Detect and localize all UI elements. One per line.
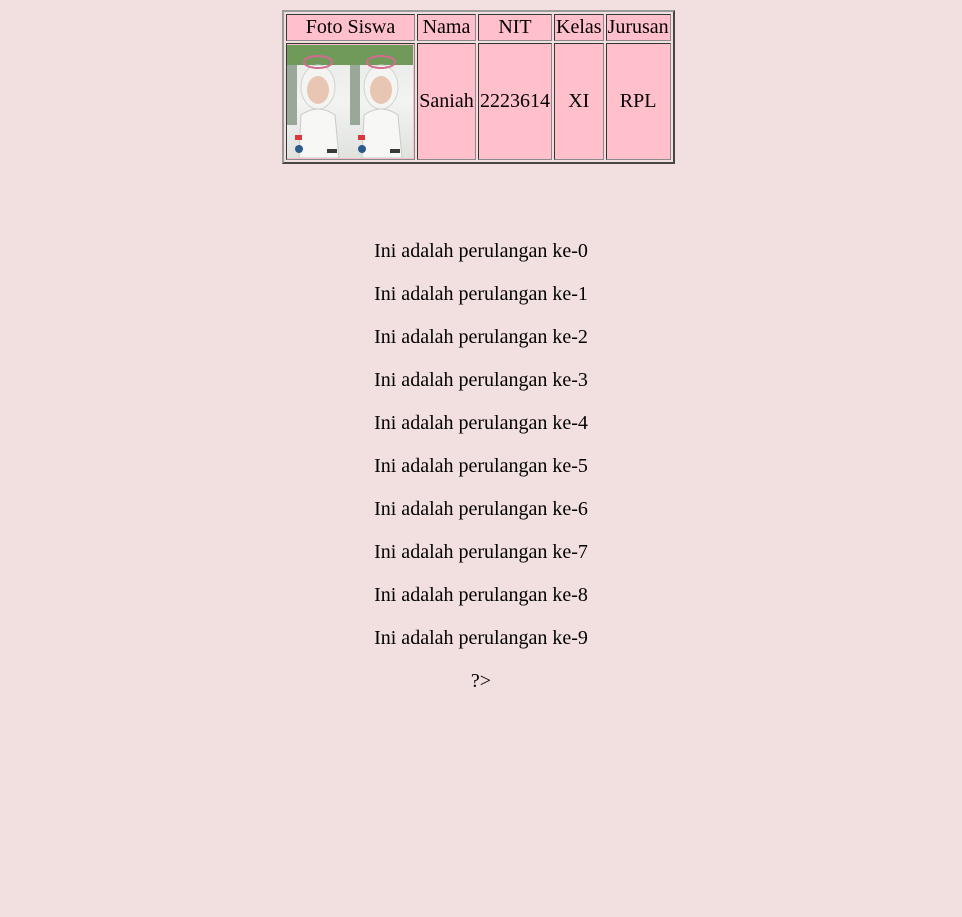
loop-output: Ini adalah perulangan ke-0 Ini adalah pe… xyxy=(0,230,962,703)
loop-line: Ini adalah perulangan ke-6 xyxy=(374,498,588,520)
cell-jurusan: RPL xyxy=(605,43,671,160)
student-photo xyxy=(287,45,350,158)
loop-line: Ini adalah perulangan ke-1 xyxy=(374,283,588,305)
loop-line: Ini adalah perulangan ke-2 xyxy=(374,326,588,348)
header-jurusan: Jurusan xyxy=(605,14,671,41)
header-nama: Nama xyxy=(417,14,476,41)
cell-nit: 2223614 xyxy=(478,43,552,160)
student-table: Foto Siswa Nama NIT Kelas Jurusan Saniah… xyxy=(282,10,675,164)
table-header-row: Foto Siswa Nama NIT Kelas Jurusan xyxy=(286,14,671,41)
loop-line: Ini adalah perulangan ke-3 xyxy=(374,369,588,391)
trailing-php-tag: ?> xyxy=(470,670,492,692)
table-row: Saniah 2223614 XI RPL xyxy=(286,43,671,160)
student-photos xyxy=(287,45,414,158)
loop-line: Ini adalah perulangan ke-4 xyxy=(374,412,588,434)
loop-line: Ini adalah perulangan ke-9 xyxy=(374,627,588,649)
loop-line: Ini adalah perulangan ke-8 xyxy=(374,584,588,606)
student-photo xyxy=(350,45,413,158)
header-nit: NIT xyxy=(478,14,552,41)
cell-kelas: XI xyxy=(554,43,604,160)
cell-nama: Saniah xyxy=(417,43,476,160)
header-foto-siswa: Foto Siswa xyxy=(286,14,415,41)
loop-line: Ini adalah perulangan ke-7 xyxy=(374,541,588,563)
header-kelas: Kelas xyxy=(554,14,604,41)
cell-foto-siswa xyxy=(286,43,415,160)
loop-line: Ini adalah perulangan ke-0 xyxy=(374,240,588,262)
loop-line: Ini adalah perulangan ke-5 xyxy=(374,455,588,477)
